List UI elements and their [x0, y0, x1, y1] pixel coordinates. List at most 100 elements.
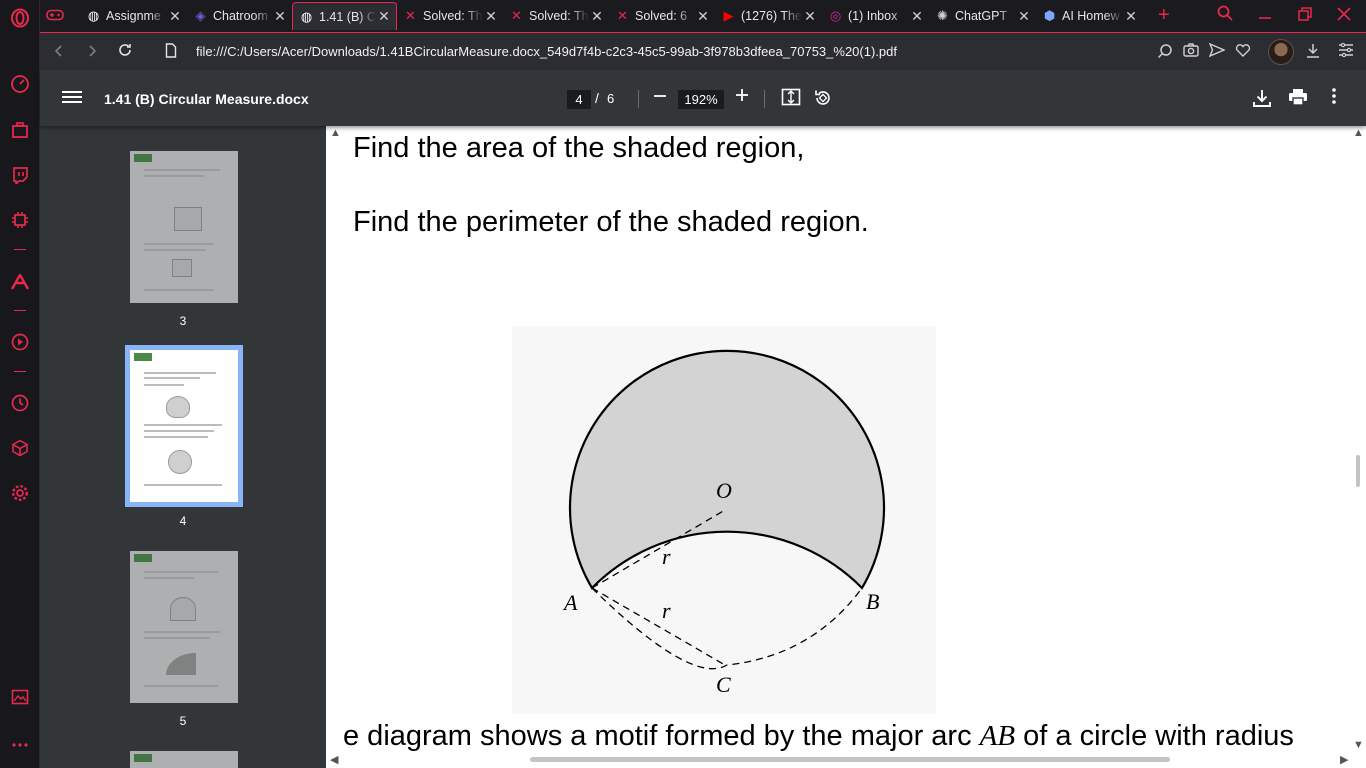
chatgpt-icon: ✺	[937, 8, 948, 23]
back-button[interactable]	[48, 41, 70, 63]
player-icon[interactable]	[8, 330, 32, 354]
label-r-lower: r	[662, 598, 671, 623]
chatroom-icon: ◈	[195, 8, 206, 23]
thumbnail-page-5[interactable]	[130, 551, 238, 703]
history-icon[interactable]	[8, 391, 32, 415]
document-viewer[interactable]: Find the area of the shaded region, Find…	[326, 126, 1366, 768]
send-flow-icon[interactable]	[1208, 42, 1226, 60]
restore-button[interactable]	[1298, 7, 1312, 25]
reload-button[interactable]	[114, 41, 136, 63]
more-options-icon[interactable]	[8, 733, 32, 757]
circular-motif-diagram: O A B C r r	[512, 326, 936, 714]
tab-8[interactable]: ◎ (1) Inbox ✕	[822, 2, 929, 30]
tab-title: (1) Inbox	[848, 9, 898, 23]
downloads-icon[interactable]	[1304, 43, 1322, 62]
vertical-scrollbar[interactable]	[1347, 126, 1366, 756]
forward-button[interactable]	[81, 41, 103, 63]
twitch-icon[interactable]	[8, 163, 32, 187]
opera-logo-icon[interactable]	[8, 6, 32, 30]
tab-title: Solved: Th	[423, 9, 483, 23]
image-gallery-icon[interactable]	[8, 685, 32, 709]
toolbar-divider	[764, 90, 765, 108]
print-icon[interactable]	[1287, 88, 1309, 111]
close-tab-icon[interactable]: ✕	[1016, 8, 1032, 25]
snapshot-camera-icon[interactable]	[1182, 43, 1200, 60]
settings-gear-icon[interactable]	[8, 481, 32, 505]
close-tab-icon[interactable]: ✕	[1123, 8, 1139, 25]
youtube-icon: ▶	[723, 8, 734, 23]
vertical-scrollbar-thumb[interactable]	[1356, 455, 1360, 487]
dashed-arc-ACB	[591, 587, 863, 670]
search-tabs-icon[interactable]	[1217, 5, 1233, 25]
close-tab-icon[interactable]: ✕	[802, 8, 818, 25]
zoom-in-button[interactable]	[732, 85, 752, 108]
globe-icon: ◍	[300, 8, 313, 24]
horizontal-scrollbar-thumb[interactable]	[530, 757, 1170, 762]
viewer-scroll-up-arrow[interactable]: ▲	[330, 127, 341, 139]
scroll-up-arrow[interactable]: ▲	[1353, 127, 1364, 139]
tab-title: Assignme	[106, 9, 161, 23]
close-window-button[interactable]	[1337, 7, 1351, 25]
thumbnail-page-4[interactable]	[125, 345, 243, 507]
current-page-input[interactable]: 4	[567, 90, 591, 109]
globe-icon: ◍	[87, 8, 100, 23]
close-tab-icon[interactable]: ✕	[167, 8, 183, 25]
lens-search-icon[interactable]	[1156, 43, 1174, 62]
horizontal-scrollbar[interactable]: ◀ ▶	[326, 752, 1366, 768]
close-tab-icon[interactable]: ✕	[376, 8, 392, 25]
bookmark-heart-icon[interactable]	[1234, 43, 1252, 60]
zoom-out-button[interactable]	[650, 86, 670, 109]
aria-icon[interactable]	[8, 270, 32, 294]
label-O: O	[716, 478, 732, 503]
rotate-icon[interactable]	[812, 88, 834, 113]
tab-9[interactable]: ✺ ChatGPT ✕	[929, 2, 1036, 30]
document-title: 1.41 (B) Circular Measure.docx	[104, 91, 309, 107]
easy-setup-icon[interactable]	[1337, 42, 1355, 60]
speed-dial-icon[interactable]	[8, 72, 32, 96]
label-A: A	[562, 590, 578, 615]
tab-4[interactable]: ✕ Solved: Th ✕	[397, 2, 503, 30]
chegg-icon: ✕	[617, 8, 628, 23]
thumbnail-page-6[interactable]	[130, 751, 238, 768]
sidebar-menu-icon[interactable]	[62, 88, 82, 108]
url-text[interactable]: file:///C:/Users/Acer/Downloads/1.41BCir…	[196, 44, 897, 59]
scroll-right-arrow[interactable]: ▶	[1340, 753, 1348, 766]
thumbnail-pane: 3 4 5	[40, 126, 326, 768]
question-perimeter-text: Find the perimeter of the shaded region.	[353, 206, 869, 238]
new-tab-button[interactable]: +	[1158, 4, 1170, 27]
close-tab-icon[interactable]: ✕	[695, 8, 711, 25]
chegg-icon: ✕	[511, 8, 522, 23]
thumbnail-page-3[interactable]	[130, 151, 238, 303]
tab-strip: + ◍ Assignme ✕ ◈ Chatroom ✕ ◍ 1.41 (B) C ✕ ✕ Solve…	[40, 0, 1366, 32]
more-actions-icon[interactable]	[1323, 88, 1345, 109]
chegg-icon: ✕	[405, 8, 416, 23]
download-icon[interactable]	[1251, 88, 1273, 113]
fit-to-page-icon[interactable]	[780, 88, 802, 111]
file-page-icon[interactable]	[160, 41, 182, 63]
workspace-icon[interactable]	[8, 118, 32, 142]
zoom-level-input[interactable]: 192%	[678, 90, 724, 109]
tab-7[interactable]: ▶ (1276) The ✕	[715, 2, 822, 30]
tab-3[interactable]: ◍ 1.41 (B) C ✕	[292, 2, 397, 30]
chip-icon[interactable]	[8, 208, 32, 232]
tab-2[interactable]: ◈ Chatroom ✕	[187, 2, 292, 30]
scroll-down-arrow[interactable]: ▼	[1353, 739, 1364, 751]
scroll-left-arrow[interactable]: ◀	[330, 753, 338, 766]
tab-10[interactable]: ⬢ AI Homew ✕	[1036, 2, 1143, 30]
tab-game-icon[interactable]	[40, 2, 78, 30]
close-tab-icon[interactable]: ✕	[909, 8, 925, 25]
tab-5[interactable]: ✕ Solved: Th ✕	[503, 2, 609, 30]
label-C: C	[716, 672, 731, 697]
minimize-button[interactable]	[1258, 6, 1272, 24]
tab-1[interactable]: ◍ Assignme ✕	[80, 2, 187, 30]
tab-title: (1276) The	[741, 9, 802, 23]
profile-avatar[interactable]	[1268, 39, 1294, 65]
extensions-cube-icon[interactable]	[8, 436, 32, 460]
tab-6[interactable]: ✕ Solved: 6 ✕	[609, 2, 715, 30]
close-tab-icon[interactable]: ✕	[589, 8, 605, 25]
label-B: B	[866, 589, 879, 614]
close-tab-icon[interactable]: ✕	[272, 8, 288, 25]
gamepad-icon	[46, 9, 64, 24]
instagram-icon: ◎	[829, 8, 842, 23]
close-tab-icon[interactable]: ✕	[483, 8, 499, 25]
